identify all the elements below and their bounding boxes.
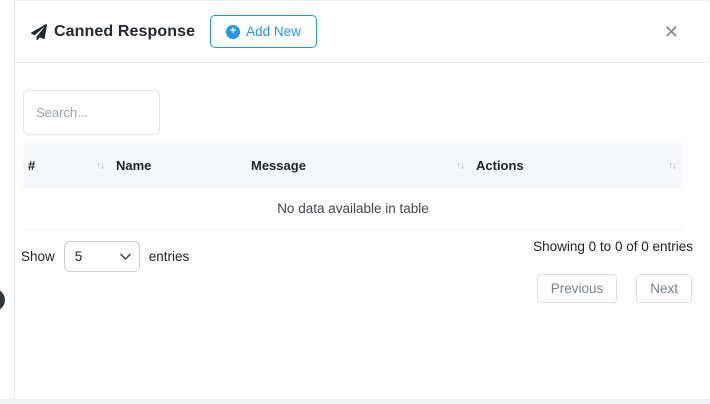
column-header-actions[interactable]: Actions ↑↓ [471,143,683,188]
plus-circle-icon: + [226,25,240,39]
empty-message: No data available in table [23,188,683,229]
next-button[interactable]: Next [636,274,692,303]
entries-select[interactable]: 5 [64,241,140,272]
column-header-name: Name [111,143,246,188]
column-header-number[interactable]: # ↑↓ [23,143,111,188]
table-header-row: # ↑↓ Name Message ↑↓ Actions ↑↓ [23,143,683,188]
show-label: Show [21,249,55,264]
close-button[interactable]: ✕ [662,21,681,43]
modal-header: Canned Response + Add New ✕ [15,1,709,63]
empty-row: No data available in table [23,188,683,229]
close-icon: ✕ [664,22,679,42]
column-header-message[interactable]: Message ↑↓ [246,143,471,188]
add-new-button[interactable]: + Add New [210,15,317,48]
canned-response-table: # ↑↓ Name Message ↑↓ Actions ↑↓ [23,143,683,230]
entries-label: entries [149,249,190,264]
modal-title: Canned Response [54,23,195,41]
sort-icon: ↑↓ [96,160,104,171]
sort-icon: ↑↓ [668,160,676,171]
paper-plane-icon [31,24,47,40]
add-new-label: Add New [246,24,301,39]
pagination-buttons: Previous Next [537,274,692,303]
entries-select-wrap: 5 [64,241,140,272]
edge-toggle-knob[interactable] [0,289,5,311]
pagination-info: Showing 0 to 0 of 0 entries [533,239,693,254]
page-bottom-strip [0,399,710,404]
page-length-control: Show 5 entries [21,241,189,272]
canned-response-modal: Canned Response + Add New ✕ # [14,0,710,398]
sort-icon: ↑↓ [456,160,464,171]
screen: Canned Response + Add New ✕ # [0,0,710,404]
previous-button[interactable]: Previous [537,274,618,303]
search-input[interactable] [23,90,160,135]
